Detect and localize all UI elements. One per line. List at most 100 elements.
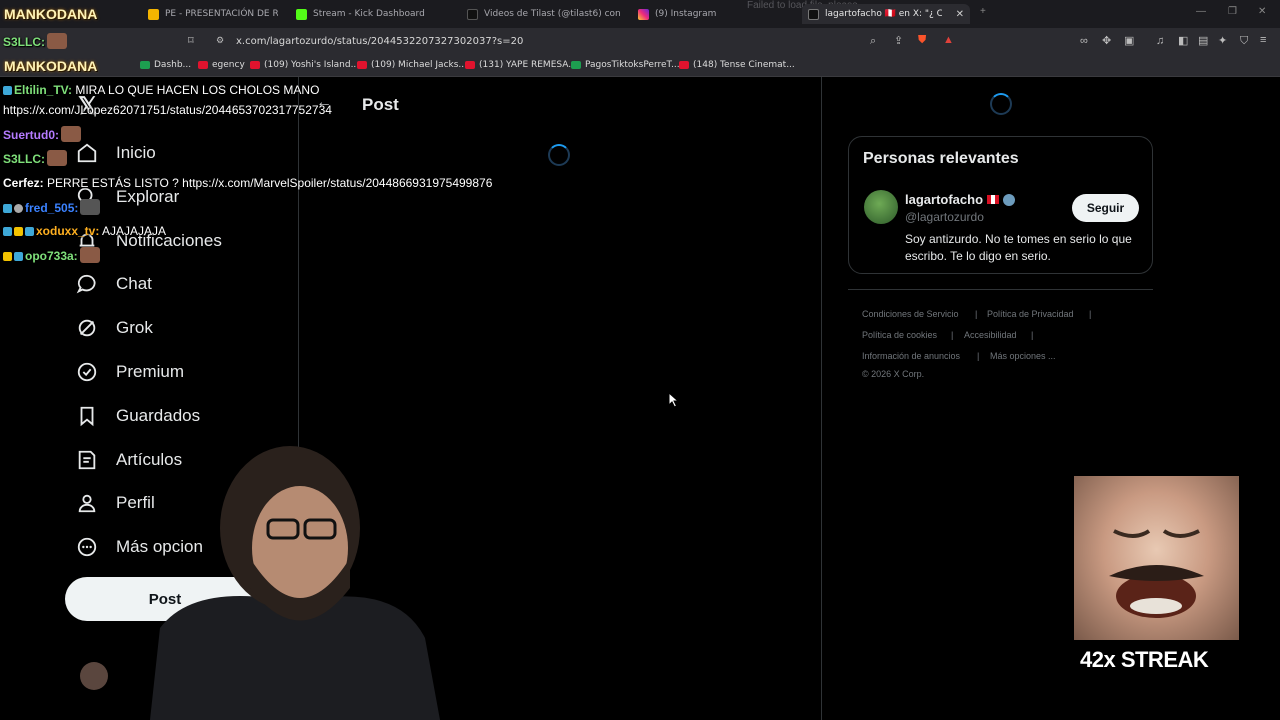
x-icon <box>808 8 819 20</box>
profile-name[interactable]: lagartofacho <box>905 192 1016 207</box>
mouse-cursor-icon <box>668 392 680 408</box>
footer-link-cookies[interactable]: Política de cookies <box>862 330 937 340</box>
nav-inicio[interactable]: Inicio <box>76 142 156 164</box>
leo-icon[interactable]: ✦ <box>1218 36 1227 47</box>
article-icon <box>78 450 96 470</box>
footer-separator: | <box>975 309 978 319</box>
puzzle-icon[interactable]: ✥ <box>1102 36 1111 47</box>
share-icon[interactable]: ⇪ <box>894 36 903 47</box>
brave-rewards-icon[interactable]: ▲ <box>943 35 954 46</box>
chat-user: opo733a: <box>25 249 78 263</box>
tab-tiktok[interactable]: Videos de Tilast (@tilast6) con "sonic <box>467 4 622 24</box>
brave-shield-icon[interactable]: ⛊ <box>918 35 926 46</box>
profile-handle[interactable]: @lagartozurdo <box>905 210 984 224</box>
footer-separator: | <box>1031 330 1034 340</box>
footer-link-terms[interactable]: Condiciones de Servicio <box>862 309 959 319</box>
footer-link-ads[interactable]: Información de anuncios <box>862 351 960 361</box>
chat-badge-icon <box>3 204 12 213</box>
column-divider <box>821 77 822 720</box>
chat-badge-icon <box>25 227 34 236</box>
chat-badge-icon <box>3 86 12 95</box>
bookmark-page-icon[interactable]: ⌑ <box>188 36 194 47</box>
chat-text: PERRE ESTÁS LISTO ? https://x.com/Marvel… <box>43 176 493 190</box>
bookmark-michael[interactable]: (109) Michael Jacks... <box>357 60 467 70</box>
nav-guardados[interactable]: Guardados <box>76 405 200 427</box>
wallet-icon[interactable]: ▤ <box>1198 36 1208 47</box>
chat-icon <box>76 274 96 294</box>
tab-label: (9) Instagram <box>655 9 717 19</box>
tab-presentacion[interactable]: PE - PRESENTACIÓN DE RESULTA <box>148 4 278 24</box>
bookmark-dashboard[interactable]: Dashb... <box>140 60 191 70</box>
chat-badge-icon <box>14 204 23 213</box>
grok-icon <box>78 319 96 337</box>
footer-link-more[interactable]: Más opciones ... <box>990 351 1056 361</box>
more-icon <box>77 537 97 557</box>
nav-chat[interactable]: Chat <box>76 273 152 295</box>
bookmark-yoshi[interactable]: (109) Yoshi's Island... <box>250 60 359 70</box>
chat-badge-icon <box>3 227 12 236</box>
bookmarks-bar: Dashb... egency (109) Yoshi's Island... … <box>0 55 1280 77</box>
bookmark-pagos[interactable]: PagosTiktoksPerreT... <box>571 60 680 70</box>
tab-kick-dashboard[interactable]: Stream - Kick Dashboard <box>296 4 446 24</box>
music-icon[interactable]: ♫ <box>1156 36 1164 47</box>
minimize-icon[interactable]: — <box>1196 6 1206 17</box>
account-avatar[interactable] <box>80 662 108 690</box>
tab-x-post[interactable]: lagartofacho 🇵🇪 en X: "¿ Com ✕ <box>802 4 970 24</box>
emote-icon <box>47 33 67 49</box>
emote-icon <box>47 150 67 166</box>
bookmark-tense[interactable]: (148) Tense Cinemat... <box>679 60 795 70</box>
zoom-icon[interactable]: ⌕ <box>870 36 876 47</box>
chat-message: Eltilin_TV: MIRA LO QUE HACEN LOS CHOLOS… <box>3 83 319 97</box>
chat-user: Cerfez: <box>3 176 44 190</box>
divider <box>848 289 1153 290</box>
avatar[interactable] <box>864 190 898 224</box>
close-tab-icon[interactable]: ✕ <box>956 9 964 20</box>
emote-icon <box>79 247 100 263</box>
crown-badge-icon <box>14 227 23 236</box>
emote-icon <box>80 199 101 215</box>
bookmark-yape[interactable]: (131) YAPE REMESA... <box>465 60 577 70</box>
nav-perfil[interactable]: Perfil <box>76 492 155 514</box>
streak-counter: 42x STREAK <box>1080 647 1209 672</box>
menu-icon[interactable]: ≡ <box>1260 35 1266 46</box>
footer-separator: | <box>1089 309 1092 319</box>
new-tab-icon[interactable]: + <box>980 6 986 17</box>
footer-separator: | <box>977 351 980 361</box>
chat-message: Suertud0: <box>3 126 82 142</box>
card-title: Personas relevantes <box>863 150 1019 167</box>
follow-button[interactable]: Seguir <box>1072 194 1139 222</box>
chat-text: AJAJAJAJA <box>99 224 167 238</box>
bookmark-agency[interactable]: egency <box>198 60 245 70</box>
stream-banner: MANKODANA <box>4 6 98 22</box>
chat-message: S3LLC: <box>3 33 67 49</box>
slides-icon <box>148 8 159 20</box>
profile-bio: Soy antizurdo. No te tomes en serio lo q… <box>905 232 1132 263</box>
chat-message: Cerfez: PERRE ESTÁS LISTO ? https://x.co… <box>3 176 492 190</box>
premium-icon <box>77 362 97 382</box>
tab-icon[interactable]: ▣ <box>1124 36 1134 47</box>
chat-text: https://x.com/JLopez62071751/status/2044… <box>3 103 332 117</box>
footer-link-accessibility[interactable]: Accesibilidad <box>964 330 1017 340</box>
chat-user: S3LLC: <box>3 35 45 49</box>
chat-user: S3LLC: <box>3 152 45 166</box>
url-field[interactable]: x.com/lagartozurdo/status/20445322073273… <box>236 36 523 47</box>
nav-grok[interactable]: Grok <box>76 317 153 339</box>
chat-message: xoduxx_tv: AJAJAJAJA <box>3 224 166 238</box>
vpn-icon[interactable]: ⛉ <box>1240 36 1248 47</box>
footer-link-privacy[interactable]: Política de Privacidad <box>987 309 1074 319</box>
bookmark-favicon <box>140 61 150 69</box>
youtube-icon <box>465 61 475 69</box>
close-window-icon[interactable]: ✕ <box>1258 6 1266 17</box>
bookmark-icon <box>80 406 94 427</box>
site-info-icon[interactable]: ⚙ <box>216 36 224 45</box>
kick-icon <box>296 8 307 20</box>
sheets-icon <box>571 61 581 69</box>
loading-spinner <box>990 93 1012 115</box>
person-icon <box>78 494 96 513</box>
extension-icon[interactable]: ∞ <box>1080 36 1088 47</box>
maximize-icon[interactable]: ❐ <box>1228 6 1237 17</box>
chat-text: MIRA LO QUE HACEN LOS CHOLOS MANO <box>72 83 320 97</box>
chat-user: xoduxx_tv: <box>36 224 100 238</box>
sidebar-icon[interactable]: ◧ <box>1178 36 1188 47</box>
nav-premium[interactable]: Premium <box>76 361 184 383</box>
